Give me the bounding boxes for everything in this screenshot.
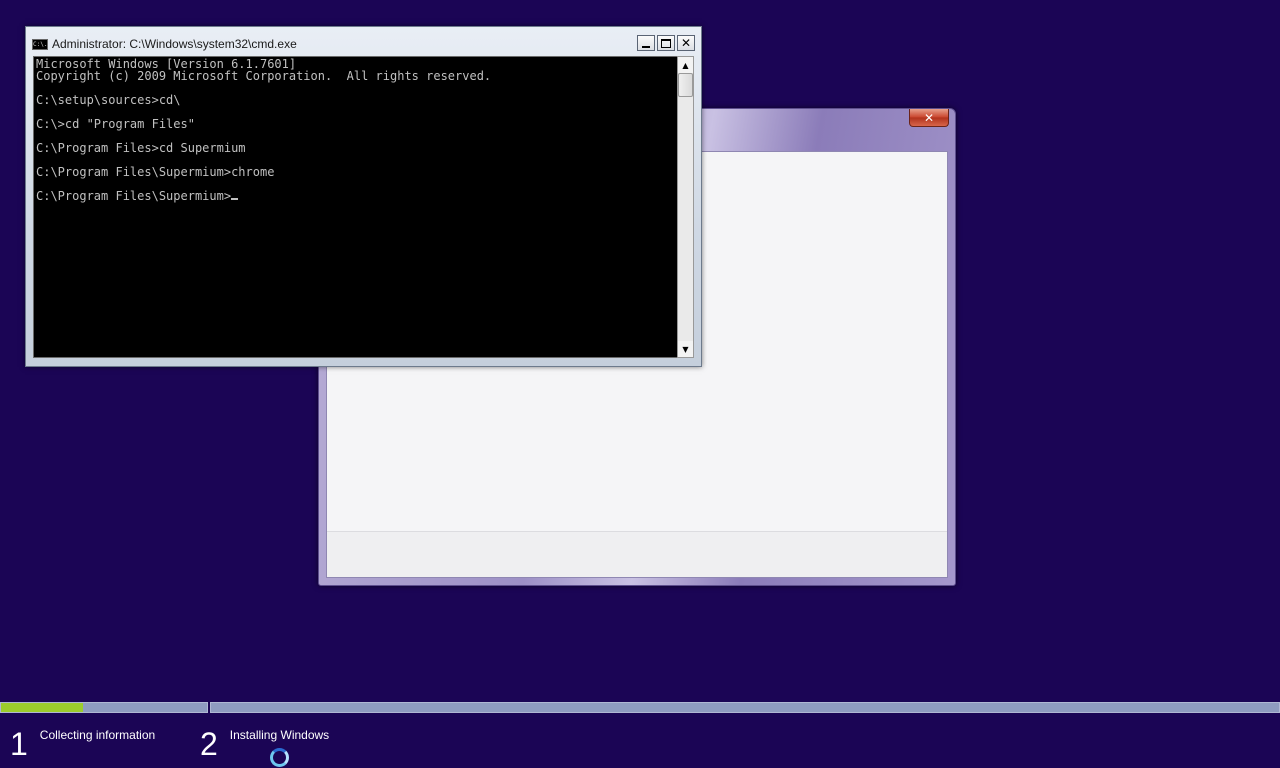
close-button[interactable]: ✕ [677, 35, 695, 51]
console-output[interactable]: Microsoft Windows [Version 6.1.7601] Cop… [33, 56, 677, 358]
setup-footer [327, 531, 947, 577]
step-collecting-information: 1 Collecting information [10, 726, 155, 762]
vertical-scrollbar[interactable]: ▲ ▼ [677, 56, 694, 358]
step-label: Installing Windows [229, 728, 330, 742]
cmd-icon-text: C:\. [33, 41, 48, 48]
setup-step-progress [0, 702, 1280, 713]
scroll-down-button[interactable]: ▼ [678, 341, 693, 357]
cmd-app-icon[interactable]: C:\. [32, 39, 48, 50]
cmd-window[interactable]: C:\. Administrator: C:\Windows\system32\… [25, 26, 702, 367]
console-line: C:\Program Files\Supermium>chrome [36, 165, 275, 179]
console-line: Copyright (c) 2009 Microsoft Corporation… [36, 69, 492, 83]
arrow-up-icon: ▲ [682, 60, 689, 70]
scroll-up-button[interactable]: ▲ [678, 57, 693, 73]
minimize-icon [642, 45, 650, 48]
step1-progress [0, 702, 208, 713]
console-prompt-line[interactable]: C:\Program Files\Supermium> [36, 190, 677, 202]
step-installing-windows: 2 Installing Windows [200, 726, 329, 762]
step-number: 2 [200, 726, 218, 762]
close-icon: ✕ [680, 36, 692, 50]
console-line: C:\setup\sources>cd\ [36, 93, 181, 107]
close-icon: ✕ [923, 110, 935, 125]
step-number: 1 [10, 726, 28, 762]
console-prompt: C:\Program Files\Supermium> [36, 189, 232, 203]
cmd-titlebar[interactable]: C:\. Administrator: C:\Windows\system32\… [32, 33, 695, 55]
minimize-button[interactable] [637, 35, 655, 51]
text-cursor [231, 198, 239, 200]
console-line: C:\>cd "Program Files" [36, 117, 195, 131]
maximize-icon [661, 38, 671, 48]
window-controls: ✕ [637, 35, 695, 51]
busy-spinner-icon [270, 748, 289, 767]
window-title: Administrator: C:\Windows\system32\cmd.e… [52, 37, 297, 51]
arrow-down-icon: ▼ [682, 344, 689, 354]
step1-progress-fill [1, 703, 84, 712]
setup-close-button[interactable]: ✕ [909, 109, 949, 127]
console-line: C:\Program Files>cd Supermium [36, 141, 246, 155]
scroll-thumb[interactable] [678, 73, 693, 97]
maximize-button[interactable] [657, 35, 675, 51]
step-label: Collecting information [39, 728, 156, 742]
step2-progress [210, 702, 1280, 713]
